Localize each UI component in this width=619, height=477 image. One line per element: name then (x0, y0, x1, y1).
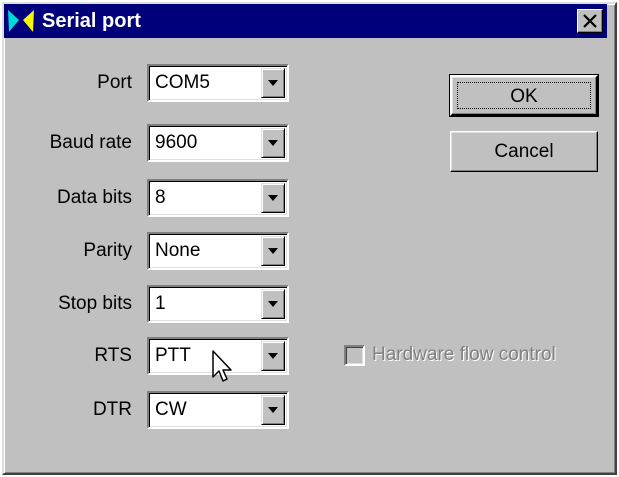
ok-button[interactable]: OK (449, 74, 599, 117)
parity-label: Parity (83, 240, 132, 261)
dropdown-arrow-icon (268, 195, 278, 201)
dtr-combobox[interactable]: CW (147, 391, 289, 429)
rts-label: RTS (94, 345, 132, 366)
dropdown-arrow-icon (268, 248, 278, 254)
butterfly-icon (6, 8, 36, 34)
stop-bits-combobox[interactable]: 1 (147, 285, 289, 323)
dropdown-arrow-icon (268, 353, 278, 359)
stop-bits-dropdown-button[interactable] (261, 289, 285, 319)
port-dropdown-button[interactable] (261, 68, 285, 98)
data-bits-combobox[interactable]: 8 (147, 179, 289, 217)
cancel-button-label: Cancel (494, 141, 554, 162)
baud-rate-value: 9600 (155, 132, 198, 153)
stop-bits-label: Stop bits (58, 293, 132, 314)
window-title: Serial port (42, 10, 141, 32)
dropdown-arrow-icon (268, 301, 278, 307)
port-label: Port (97, 72, 132, 93)
cancel-button[interactable]: Cancel (450, 131, 598, 172)
close-button[interactable] (577, 9, 603, 33)
title-bar: Serial port (4, 4, 607, 38)
rts-dropdown-button[interactable] (261, 341, 285, 371)
baud-rate-combobox[interactable]: 9600 (147, 124, 289, 162)
parity-value: None (155, 240, 201, 261)
parity-combobox[interactable]: None (147, 232, 289, 270)
rts-value: PTT (155, 345, 191, 366)
dtr-dropdown-button[interactable] (261, 395, 285, 425)
mouse-pointer-icon (212, 350, 232, 382)
close-icon (583, 14, 597, 28)
parity-dropdown-button[interactable] (261, 236, 285, 266)
hardware-flow-control-checkbox[interactable] (344, 345, 365, 366)
port-combobox[interactable]: COM5 (147, 64, 289, 102)
ok-button-label: OK (510, 86, 538, 107)
data-bits-label: Data bits (57, 187, 132, 208)
data-bits-dropdown-button[interactable] (261, 183, 285, 213)
stop-bits-value: 1 (155, 293, 166, 314)
dropdown-arrow-icon (268, 80, 278, 86)
dtr-label: DTR (92, 399, 132, 420)
data-bits-value: 8 (155, 187, 166, 208)
port-value: COM5 (155, 72, 210, 93)
dropdown-arrow-icon (268, 140, 278, 146)
baud-rate-dropdown-button[interactable] (261, 128, 285, 158)
dtr-value: CW (155, 399, 187, 420)
dropdown-arrow-icon (268, 407, 278, 413)
hardware-flow-control-label: Hardware flow control (372, 344, 556, 365)
baud-rate-label: Baud rate (49, 132, 132, 153)
